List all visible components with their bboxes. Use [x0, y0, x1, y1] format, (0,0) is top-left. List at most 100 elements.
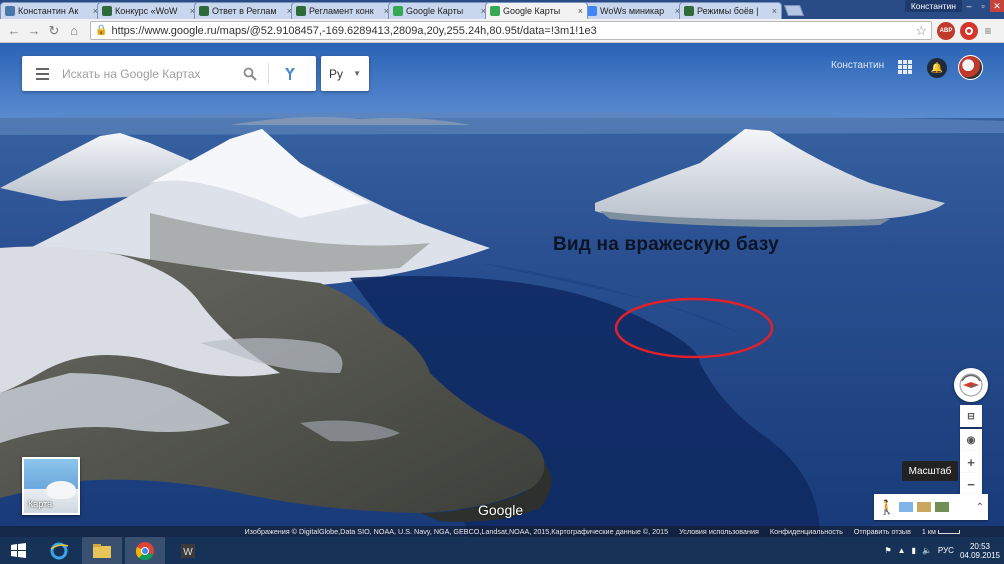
terms-link[interactable]: Условия использования [679, 527, 759, 536]
my-location-icon[interactable]: ◉ [960, 429, 982, 451]
google-logo: Google [478, 502, 524, 518]
wows-icon [102, 6, 112, 16]
close-window-icon[interactable]: ✕ [990, 0, 1004, 12]
chrome-menu-icon[interactable]: ≡ [978, 21, 998, 41]
feedback-link[interactable]: Отправить отзыв [854, 527, 911, 536]
chevron-down-icon: ▼ [353, 69, 361, 78]
screen: Константин Ак × Конкурс «WoW × Ответ в Регла… [0, 0, 1004, 564]
clock-time: 20:53 [969, 541, 990, 551]
wows-icon [199, 6, 209, 16]
chrome-icon[interactable] [125, 537, 165, 564]
file-explorer-icon[interactable] [82, 537, 122, 564]
street-view-strip: 🚶 ⌃ [874, 494, 988, 520]
photo-layer-icon[interactable] [935, 502, 950, 512]
tab-label: Google Карты [503, 6, 561, 16]
browser-tab[interactable]: Режимы боёв | × [679, 2, 782, 19]
maps-icon [393, 6, 403, 16]
tilt-toggle-icon[interactable]: ⊟ [960, 405, 982, 427]
maximize-icon[interactable]: ▫ [976, 0, 990, 12]
browser-tab[interactable]: WoWs миникар × [582, 2, 685, 19]
new-tab-button[interactable] [783, 5, 805, 16]
attribution-bar: Изображения © DigitalGlobe,Data SIO, NOA… [0, 526, 1004, 537]
expand-icon[interactable]: ⌃ [976, 502, 984, 513]
profile-chip[interactable]: Константин [904, 0, 962, 12]
language-value: Ру [329, 66, 344, 81]
close-tab-icon[interactable]: × [772, 6, 777, 16]
notifications-bell-icon[interactable]: 🔔 [927, 58, 947, 78]
search-box [22, 56, 316, 91]
input-language[interactable]: РУС [938, 546, 954, 555]
windows-start-icon[interactable] [0, 537, 36, 564]
map-type-label: Карта [28, 499, 53, 509]
tab-label: WoWs миникар [600, 6, 665, 16]
volume-icon[interactable]: 🔈 [922, 546, 932, 555]
search-input[interactable] [62, 66, 238, 81]
scale-bar [938, 530, 960, 535]
world-of-tanks-icon[interactable]: W [168, 537, 208, 564]
tab-label: Регламент конк [309, 6, 374, 16]
svg-text:W: W [183, 547, 193, 558]
satellite-3d-scene [0, 43, 1004, 537]
tab-label: Режимы боёв | [697, 6, 759, 16]
window-controls: – ▫ ✕ [962, 0, 1004, 12]
flag-icon[interactable]: ⚑ [884, 546, 891, 555]
photo-layer-icon[interactable] [917, 502, 932, 512]
lock-icon: 🔒 [95, 25, 108, 36]
divider [268, 62, 269, 85]
browser-tab[interactable]: Конкурс «WoW × [97, 2, 200, 19]
map-type-toggle[interactable]: Карта [22, 457, 80, 515]
wows-icon [684, 6, 694, 16]
taskbar: W ⚑ ▲ ▮ 🔈 РУС 20:53 04.09.2015 [0, 537, 1004, 564]
browser-tab[interactable]: Регламент конк × [291, 2, 394, 19]
browser-tab[interactable]: Ответ в Реглам × [194, 2, 297, 19]
compass-rotate-icon[interactable] [954, 368, 988, 402]
photo-layer-icon[interactable] [899, 502, 914, 512]
minimize-icon[interactable]: – [962, 0, 976, 12]
address-bar[interactable]: 🔒 https://www.google.ru/maps/@52.9108457… [90, 21, 932, 40]
wows-icon [296, 6, 306, 16]
reload-icon[interactable]: ↻ [44, 21, 64, 41]
map-viewport[interactable]: Ру ▼ Константин 🔔 Вид на вражескую базу … [0, 43, 1004, 537]
annotation-text: Вид на вражескую базу [553, 234, 779, 255]
cloud-icon [46, 481, 76, 499]
apps-grid-icon[interactable] [898, 60, 912, 74]
avatar[interactable] [958, 55, 983, 80]
privacy-link[interactable]: Конфиденциальность [770, 527, 843, 536]
tabs: Константин Ак × Конкурс «WoW × Ответ в Регла… [0, 0, 782, 19]
network-icon[interactable]: ▲ [898, 546, 906, 555]
system-tray: ⚑ ▲ ▮ 🔈 РУС 20:53 04.09.2015 [884, 537, 1000, 564]
internet-explorer-icon[interactable] [39, 537, 79, 564]
directions-icon[interactable] [275, 66, 305, 82]
google-icon [587, 6, 597, 16]
extension-icon[interactable] [960, 21, 978, 40]
back-icon[interactable]: ← [4, 21, 24, 41]
search-icon[interactable] [238, 67, 262, 81]
browser-tab[interactable]: Google Карты × [388, 2, 491, 19]
language-select[interactable]: Ру ▼ [321, 56, 369, 91]
zoom-out-button[interactable]: − [960, 473, 982, 495]
bookmark-star-icon[interactable]: ☆ [915, 23, 927, 39]
tab-label: Ответ в Реглам [212, 6, 277, 16]
scale-text: 1 км [921, 527, 936, 536]
clock-date: 04.09.2015 [959, 550, 1000, 560]
hamburger-menu-icon[interactable] [22, 67, 62, 80]
adblock-extension-button[interactable]: ABP [937, 21, 955, 40]
tab-label: Google Карты [406, 6, 464, 16]
home-icon[interactable]: ⌂ [64, 21, 84, 41]
clock[interactable]: 20:53 04.09.2015 [960, 542, 1000, 560]
tab-strip: Константин Ак × Конкурс «WoW × Ответ в Регла… [0, 0, 1004, 19]
url-text[interactable]: https://www.google.ru/maps/@52.9108457,-… [111, 25, 915, 37]
browser-tab[interactable]: Google Карты × [485, 2, 588, 19]
forward-icon[interactable]: → [24, 21, 44, 41]
pegman-icon[interactable]: 🚶 [878, 499, 895, 516]
signal-icon[interactable]: ▮ [912, 546, 916, 555]
browser-toolbar: ← → ↻ ⌂ 🔒 https://www.google.ru/maps/@52… [0, 19, 1004, 43]
zoom-in-button[interactable]: + [960, 451, 982, 473]
account-name[interactable]: Константин [831, 60, 884, 71]
vk-icon [5, 6, 15, 16]
browser-tab[interactable]: Константин Ак × [0, 2, 103, 19]
maps-icon [490, 6, 500, 16]
close-tab-icon[interactable]: × [578, 6, 583, 16]
scale-tooltip: Масштаб [902, 461, 958, 481]
tab-label: Конкурс «WoW [115, 6, 178, 16]
